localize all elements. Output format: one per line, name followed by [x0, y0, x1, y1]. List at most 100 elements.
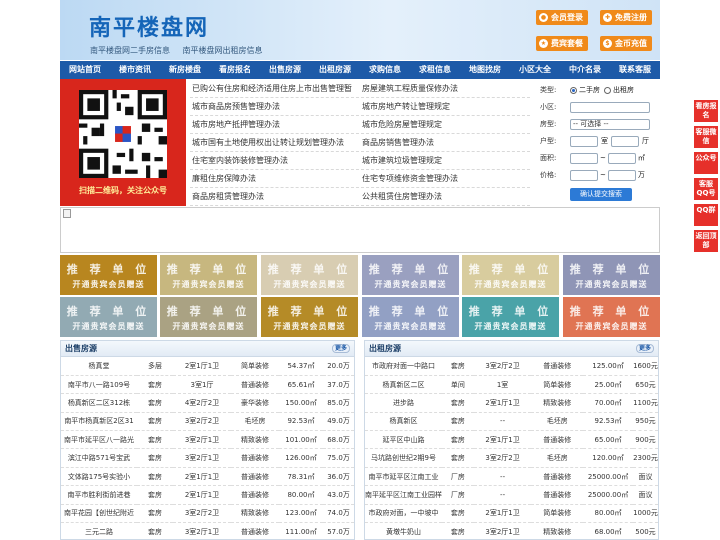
sidebar-button[interactable]: 公众号: [694, 152, 718, 174]
table-row[interactable]: 杨真新区二区 单间 1室 简单装修 25.00㎡ 650元: [365, 375, 658, 395]
recommended-unit-tile[interactable]: 推 荐 单 位开通贵宾会员赠送: [60, 297, 157, 337]
listing-title-link[interactable]: 市政府对面一中路口: [365, 357, 442, 376]
policy-link[interactable]: 商品房销售管理办法: [360, 137, 530, 148]
table-row[interactable]: 文体路175号实验小 套房 2室1厅1卫 普通装修 78.31㎡ 36.0万: [61, 467, 354, 487]
rental-link[interactable]: 南平楼盘网出租房信息: [183, 46, 263, 55]
listing-title-link[interactable]: 南平延平区江南工业园样: [365, 485, 442, 505]
recommended-unit-tile[interactable]: 推 荐 单 位开通贵宾会员赠送: [462, 255, 559, 295]
member-login-button[interactable]: ● 会员登录: [536, 10, 588, 25]
listing-title-link[interactable]: 进步路: [365, 393, 442, 413]
recommended-unit-tile[interactable]: 推 荐 单 位开通贵宾会员赠送: [462, 297, 559, 337]
search-submit-button[interactable]: 确认提交搜索: [570, 188, 632, 201]
nav-item[interactable]: 求租信息: [410, 61, 460, 79]
table-row[interactable]: 市政府对面，一中坡中 套房 2室1厅1卫 简单装修 80.00㎡ 1000元: [365, 504, 658, 524]
listing-title-link[interactable]: 南平花园【创世纪附近: [61, 504, 137, 524]
listing-title-link[interactable]: 市政府对面，一中坡中: [365, 504, 442, 524]
policy-link[interactable]: 廉租住房保障办法: [190, 173, 360, 184]
banner-ad[interactable]: [60, 207, 660, 253]
nav-item[interactable]: 中介名录: [560, 61, 610, 79]
nav-item[interactable]: 求购信息: [360, 61, 410, 79]
policy-link[interactable]: 住宅专项维修资金管理办法: [360, 173, 530, 184]
policy-link[interactable]: 城市国有土地使用权出让转让规划管理办法: [190, 137, 360, 148]
table-row[interactable]: 南平市延平区江南工业 厂房 -- 普通装修 25000.00㎡ 面议: [365, 467, 658, 487]
price-min-input[interactable]: [570, 169, 598, 181]
table-row[interactable]: 市政府对面一中路口 套房 3室2厅2卫 普通装修 125.00㎡ 1600元: [365, 357, 658, 376]
listing-title-link[interactable]: 黄墩牛奶山: [365, 522, 442, 540]
listing-title-link[interactable]: 滨江中路571号宝武: [61, 448, 137, 468]
price-max-input[interactable]: [607, 169, 636, 181]
policy-link[interactable]: 城市房地产转让管理规定: [360, 101, 530, 112]
nav-item[interactable]: 看房报名: [210, 61, 260, 79]
type-secondhand-radio[interactable]: 二手房: [570, 85, 600, 95]
recommended-unit-tile[interactable]: 推 荐 单 位开通贵宾会员赠送: [261, 255, 358, 295]
sidebar-button[interactable]: 客服QQ号: [694, 178, 718, 200]
rent-more-button[interactable]: 更多: [635, 344, 654, 353]
listing-title-link[interactable]: 南平市八一路109号: [61, 375, 137, 395]
nav-item[interactable]: 联系客服: [610, 61, 660, 79]
listing-title-link[interactable]: 杨真新区: [365, 412, 442, 432]
policy-link[interactable]: 已购公有住房和经济适用住房上市出售管理暂: [190, 83, 360, 94]
recommended-unit-tile[interactable]: 推 荐 单 位开通贵宾会员赠送: [160, 255, 257, 295]
table-row[interactable]: 南平市胜利街前进巷 套房 2室1厅1卫 普通装修 80.00㎡ 43.0万: [61, 485, 354, 505]
nav-item[interactable]: 网站首页: [60, 61, 110, 79]
policy-link[interactable]: 住宅室内装饰装修管理办法: [190, 155, 360, 166]
area-max-input[interactable]: [607, 152, 636, 164]
nav-item[interactable]: 小区大全: [510, 61, 560, 79]
coin-recharge-button[interactable]: $ 金币充值: [600, 36, 652, 51]
listing-title-link[interactable]: 延平区中山路: [365, 430, 442, 450]
table-row[interactable]: 南平延平区江南工业园样 厂房 -- 普通装修 25000.00㎡ 面议: [365, 485, 658, 505]
table-row[interactable]: 杨真新区 套房 -- 毛坯房 92.53㎡ 950元: [365, 412, 658, 432]
table-row[interactable]: 三元二路 套房 3室2厅1卫 普通装修 111.00㎡ 57.0万: [61, 522, 354, 540]
listing-title-link[interactable]: 文体路175号实验小: [61, 467, 137, 487]
listing-title-link[interactable]: 三元二路: [61, 522, 137, 540]
free-register-button[interactable]: ✚ 免费注册: [600, 10, 652, 25]
table-row[interactable]: 黄墩牛奶山 套房 3室2厅1卫 精致装修 68.00㎡ 500元: [365, 522, 658, 540]
recommended-unit-tile[interactable]: 推 荐 单 位开通贵宾会员赠送: [261, 297, 358, 337]
secondhand-link[interactable]: 南平楼盘网二手房信息: [90, 46, 170, 55]
community-input[interactable]: [570, 101, 650, 113]
listing-title-link[interactable]: 杨真新区二区: [365, 375, 442, 395]
sidebar-button[interactable]: 看房报名: [694, 100, 718, 122]
listing-title-link[interactable]: 马坑路创世纪2期9号: [365, 448, 442, 468]
recommended-unit-tile[interactable]: 推 荐 单 位开通贵宾会员赠送: [563, 297, 660, 337]
table-row[interactable]: 南平市八一路109号 套房 3室1厅 普通装修 65.61㎡ 37.0万: [61, 375, 354, 395]
table-row[interactable]: 杨真新区二区312栋 套房 4室2厅2卫 豪华装修 150.00㎡ 85.0万: [61, 393, 354, 413]
nav-item[interactable]: 出售房源: [260, 61, 310, 79]
policy-link[interactable]: 商品房租赁管理办法: [190, 191, 360, 202]
type-rental-radio[interactable]: 出租房: [604, 85, 634, 95]
table-row[interactable]: 进步路 套房 2室1厅1卫 精致装修 70.00㎡ 1100元: [365, 393, 658, 413]
sale-more-button[interactable]: 更多: [331, 344, 350, 353]
nav-item[interactable]: 地图找房: [460, 61, 510, 79]
policy-link[interactable]: 城市建筑垃圾管理规定: [360, 155, 530, 166]
vip-package-button[interactable]: ★ 费宾套餐: [536, 36, 588, 51]
sidebar-button[interactable]: QQ群: [694, 204, 718, 226]
recommended-unit-tile[interactable]: 推 荐 单 位开通贵宾会员赠送: [60, 255, 157, 295]
listing-title-link[interactable]: 南平市延平区八一路光: [61, 430, 137, 450]
area-min-input[interactable]: [570, 152, 598, 164]
nav-item[interactable]: 楼市资讯: [110, 61, 160, 79]
policy-link[interactable]: 城市商品房预售管理办法: [190, 101, 360, 112]
hall-select[interactable]: [611, 135, 639, 147]
listing-title-link[interactable]: 南平市胜利街前进巷: [61, 485, 137, 505]
table-row[interactable]: 南平市延平区八一路光 套房 3室2厅1卫 精致装修 101.00㎡ 68.0万: [61, 430, 354, 450]
site-logo-title[interactable]: 南平楼盘网: [89, 10, 209, 42]
table-row[interactable]: 南平市杨真新区2区31 套房 3室2厅2卫 毛坯房 92.53㎡ 49.0万: [61, 412, 354, 432]
table-row[interactable]: 马坑路创世纪2期9号 套房 3室2厅2卫 毛坯房 120.00㎡ 2300元: [365, 448, 658, 468]
policy-link[interactable]: 公共租赁住房管理办法: [360, 191, 530, 202]
table-row[interactable]: 滨江中路571号宝武 套房 3室2厅1卫 普通装修 126.00㎡ 75.0万: [61, 448, 354, 468]
recommended-unit-tile[interactable]: 推 荐 单 位开通贵宾会员赠送: [160, 297, 257, 337]
policy-link[interactable]: 城市危险房屋管理规定: [360, 119, 530, 130]
table-row[interactable]: 南平花园【创世纪附近 套房 3室2厅2卫 精致装修 123.00㎡ 74.0万: [61, 504, 354, 524]
nav-item[interactable]: 新房楼盘: [160, 61, 210, 79]
housetype-select[interactable]: -- 可选择 --: [570, 118, 650, 130]
listing-title-link[interactable]: 南平市杨真新区2区31: [61, 412, 137, 432]
policy-link[interactable]: 城市房地产抵押管理办法: [190, 119, 360, 130]
recommended-unit-tile[interactable]: 推 荐 单 位开通贵宾会员赠送: [362, 297, 459, 337]
room-select[interactable]: [570, 135, 598, 147]
recommended-unit-tile[interactable]: 推 荐 单 位开通贵宾会员赠送: [362, 255, 459, 295]
table-row[interactable]: 杨真堂 多层 2室1厅1卫 简单装修 54.37㎡ 20.0万: [61, 357, 354, 376]
recommended-unit-tile[interactable]: 推 荐 单 位开通贵宾会员赠送: [563, 255, 660, 295]
nav-item[interactable]: 出租房源: [310, 61, 360, 79]
listing-title-link[interactable]: 杨真堂: [61, 357, 137, 376]
policy-link[interactable]: 房屋建筑工程质量保修办法: [360, 83, 530, 94]
